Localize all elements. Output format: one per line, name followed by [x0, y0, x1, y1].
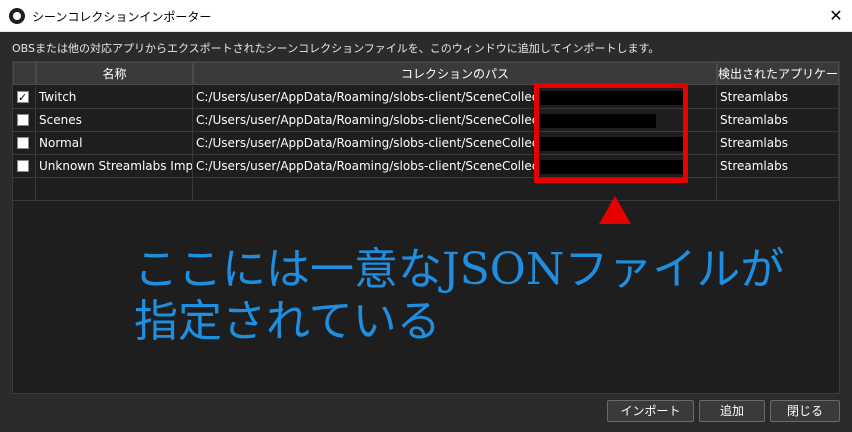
table-row-empty-name[interactable]	[36, 178, 193, 201]
close-icon[interactable]: ✕	[822, 2, 850, 30]
header-checkbox-column	[13, 62, 36, 85]
window-title: シーンコレクションインポーター	[32, 10, 212, 24]
path-text: C:/Users/user/AppData/Roaming/slobs-clie…	[196, 90, 572, 104]
path-text: C:/Users/user/AppData/Roaming/slobs-clie…	[196, 159, 572, 173]
description-text: OBSまたは他の対応アプリからエクスポートされたシーンコレクションファイルを、こ…	[12, 42, 660, 55]
import-button[interactable]: インポート	[607, 400, 694, 422]
table-row-name[interactable]: Normal	[36, 132, 193, 155]
path-text: C:/Users/user/AppData/Roaming/slobs-clie…	[196, 113, 572, 127]
table-row-app: Streamlabs	[717, 109, 839, 132]
annotation-line-2: 指定されている	[134, 296, 441, 347]
path-text: C:/Users/user/AppData/Roaming/slobs-clie…	[196, 136, 572, 150]
highlight-box	[534, 83, 688, 183]
table-row-checkbox-cell	[13, 109, 36, 132]
table-row-empty-cell	[13, 178, 36, 201]
annotation-line-1: ここには一意なJSONファイルが	[134, 244, 785, 295]
table-row-name[interactable]: Twitch	[36, 86, 193, 109]
row-checkbox[interactable]	[17, 87, 29, 108]
row-checkbox[interactable]	[17, 137, 29, 149]
red-triangle-arrow	[599, 196, 631, 224]
table-row-app: Streamlabs	[717, 132, 839, 155]
table-row-empty-app	[717, 178, 839, 201]
row-checkbox[interactable]	[17, 114, 29, 126]
table-row-app: Streamlabs	[717, 86, 839, 109]
table-row-checkbox-cell	[13, 132, 36, 155]
header-path[interactable]: コレクションのパス	[193, 62, 717, 85]
header-application[interactable]: 検出されたアプリケーション	[717, 62, 839, 85]
table-row-checkbox-cell	[13, 155, 36, 178]
table-row-name[interactable]: Scenes	[36, 109, 193, 132]
table-row-checkbox-cell	[13, 86, 36, 109]
row-checkbox[interactable]	[17, 160, 29, 172]
table-row-name[interactable]: Unknown Streamlabs Import	[36, 155, 193, 178]
add-button[interactable]: 追加	[699, 400, 765, 422]
obs-logo-icon	[9, 8, 25, 24]
header-name[interactable]: 名称	[36, 62, 193, 85]
title-bar: シーンコレクションインポーター ✕	[0, 0, 852, 32]
close-button[interactable]: 閉じる	[770, 400, 840, 422]
table-row-app: Streamlabs	[717, 155, 839, 178]
